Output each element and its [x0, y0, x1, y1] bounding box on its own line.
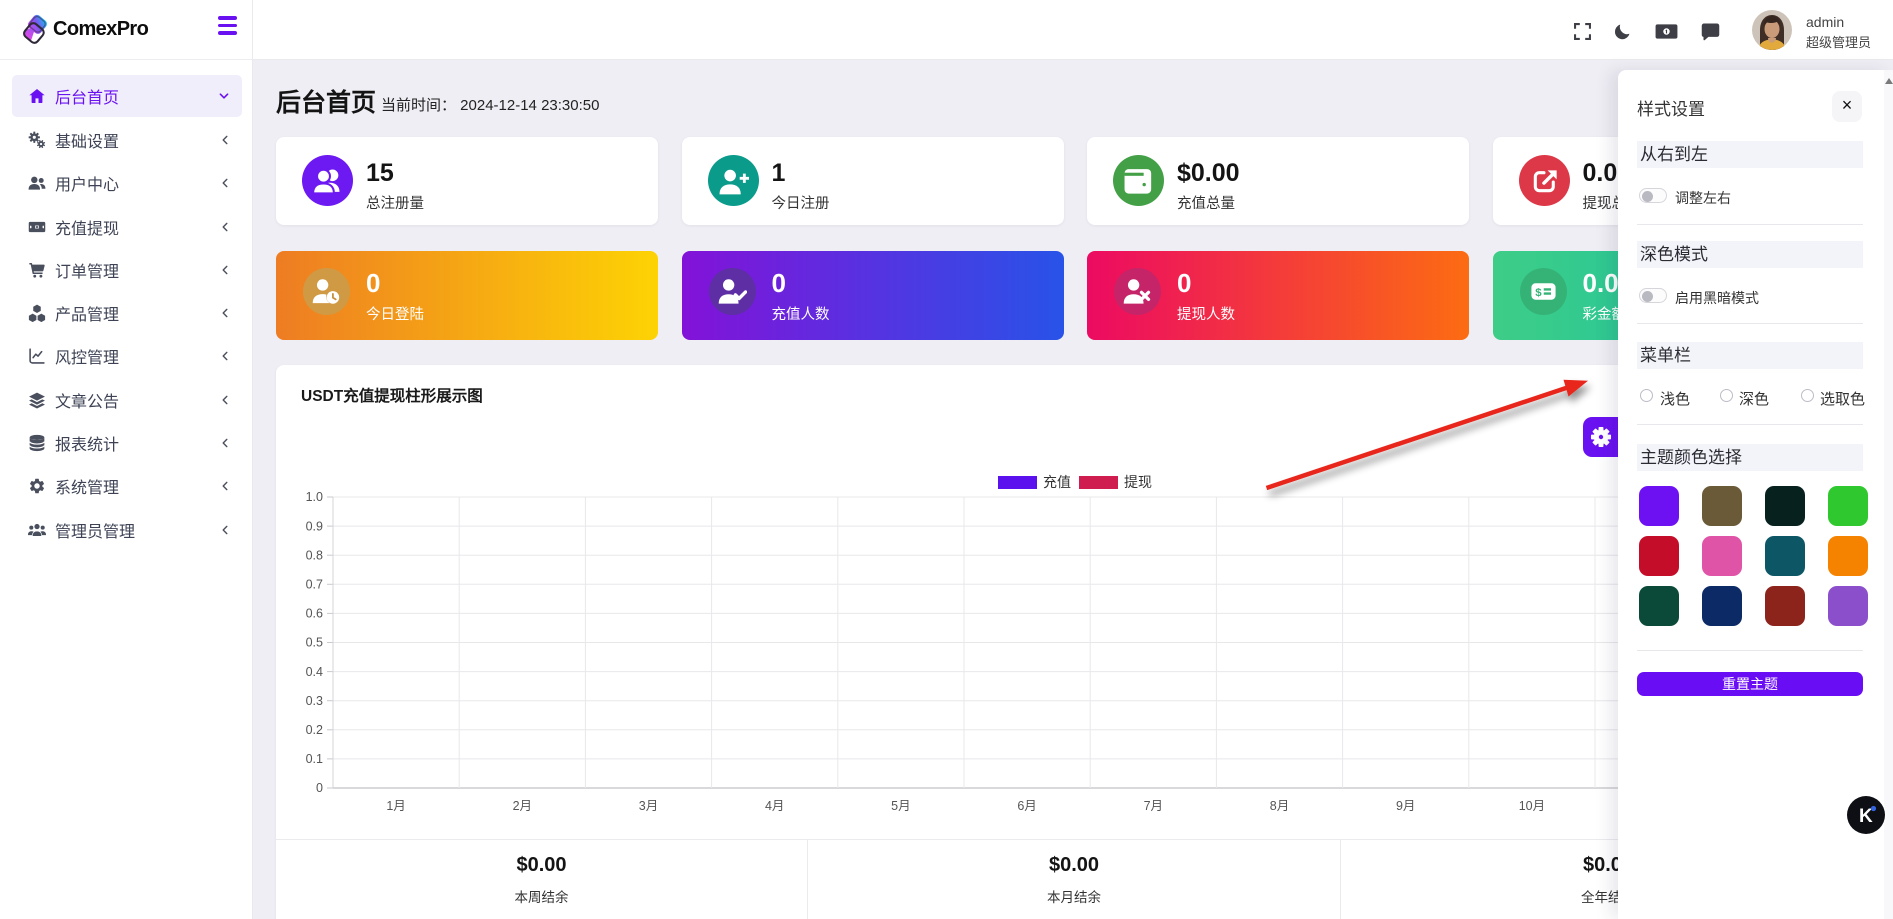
svg-text:0.5: 0.5 [306, 636, 323, 650]
svg-text:0.6: 0.6 [306, 607, 323, 621]
svg-text:1月: 1月 [386, 799, 405, 813]
svg-text:5月: 5月 [891, 799, 910, 813]
svg-text:1.0: 1.0 [306, 490, 323, 504]
svg-text:7月: 7月 [1144, 799, 1163, 813]
svg-text:0.7: 0.7 [306, 578, 323, 592]
svg-text:0.1: 0.1 [306, 752, 323, 766]
svg-text:0: 0 [316, 781, 323, 795]
svg-text:9月: 9月 [1396, 799, 1415, 813]
svg-text:3月: 3月 [639, 799, 658, 813]
svg-text:0.2: 0.2 [306, 723, 323, 737]
svg-text:10月: 10月 [1519, 799, 1545, 813]
svg-text:0.4: 0.4 [306, 665, 323, 679]
svg-text:4月: 4月 [765, 799, 784, 813]
svg-text:0.3: 0.3 [306, 694, 323, 708]
svg-text:0.9: 0.9 [306, 519, 323, 533]
svg-text:2月: 2月 [513, 799, 532, 813]
svg-text:K: K [1859, 806, 1873, 827]
svg-text:0.8: 0.8 [306, 548, 323, 562]
svg-text:$: $ [1535, 287, 1542, 299]
svg-text:8月: 8月 [1270, 799, 1289, 813]
svg-text:6月: 6月 [1017, 799, 1036, 813]
